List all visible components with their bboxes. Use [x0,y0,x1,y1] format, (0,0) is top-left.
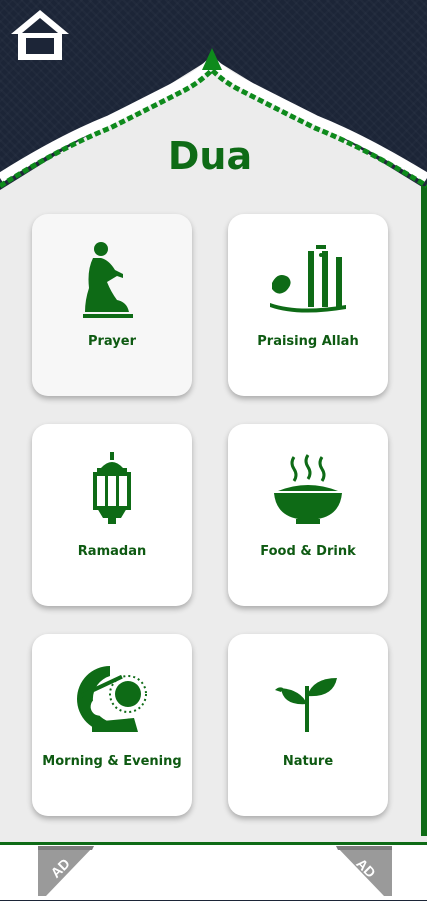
category-label: Food & Drink [260,544,356,559]
category-label: Morning & Evening [42,754,182,769]
plant-icon [275,678,337,732]
category-card-food-drink[interactable]: Food & Drink [228,424,388,606]
ad-banner-left[interactable]: AD [38,846,100,896]
page-title: Dua [167,134,253,178]
category-card-morning-evening[interactable]: Morning & Evening [32,634,192,816]
ad-ribbon-icon [38,846,94,896]
sun-moon-icon [77,666,147,732]
home-icon [11,10,69,60]
category-label: Praising Allah [257,334,359,349]
praying-person-icon [83,242,133,318]
category-label: Prayer [87,334,136,349]
ad-banner-right[interactable]: AD [330,846,392,896]
category-card-ramadan[interactable]: Ramadan [32,424,192,606]
category-label: Ramadan [77,544,147,559]
category-label: Nature [282,754,334,769]
lantern-icon [93,452,131,524]
allah-calligraphy-icon [270,245,346,313]
home-button[interactable] [8,6,72,64]
category-card-praising-allah[interactable]: Praising Allah [228,214,388,396]
food-bowl-icon [274,454,342,524]
category-card-nature[interactable]: Nature [228,634,388,816]
category-card-prayer[interactable]: Prayer [32,214,192,396]
